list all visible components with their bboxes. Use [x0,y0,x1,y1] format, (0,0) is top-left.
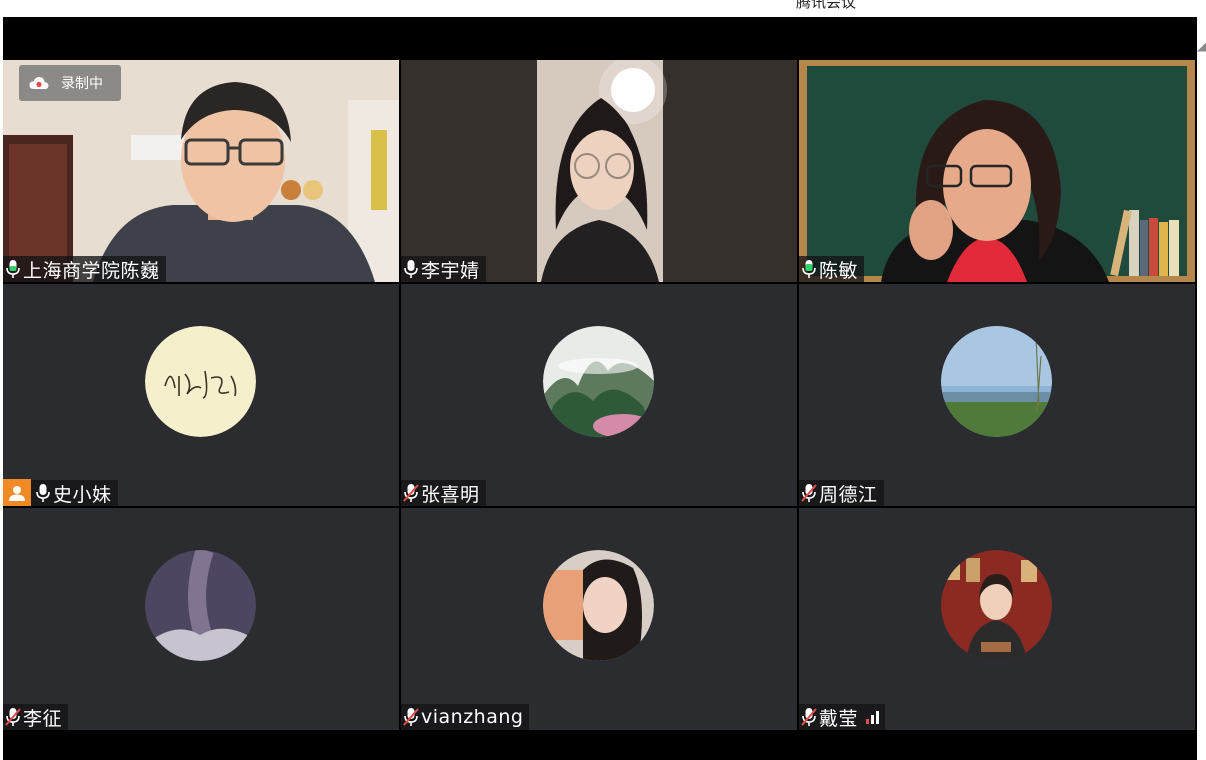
user-icon [3,479,31,506]
participant-namebar: 周德江 [799,480,884,506]
edge-icon: ◢ [1197,39,1206,53]
mic-muted-icon [403,484,419,502]
mic-icon [36,484,50,502]
participant-tile[interactable]: 戴莹 [799,508,1195,730]
participant-name: 上海商学院陈巍 [23,259,160,282]
participant-name: 李宇婧 [421,259,480,282]
participant-namebar: 李宇婧 [401,256,486,282]
participant-video [401,60,797,282]
mic-muted-icon [801,708,817,726]
participant-namebar: 李征 [3,704,69,730]
mic-icon [404,260,418,278]
participant-namebar: 戴莹 [799,704,886,730]
participant-name: 张喜明 [421,483,480,506]
participant-tile[interactable]: vianzhang [401,508,797,730]
mic-muted-icon [5,708,21,726]
participant-namebar: 史小妹 [3,479,118,506]
window-title: 腾讯会议 [796,0,857,11]
mic-icon [6,260,20,278]
recording-indicator[interactable]: 录制中 [19,65,121,101]
mic-muted-icon [403,708,419,726]
participant-tile[interactable]: 史小妹 [3,284,399,506]
participant-name: 陈敏 [819,259,859,282]
participant-video [799,60,1195,282]
avatar [941,550,1052,661]
signal-icon [866,710,880,724]
window-edge: ◢ [1197,17,1206,760]
participant-name: 史小妹 [53,483,112,506]
participant-name: 李征 [23,707,63,730]
participant-tile[interactable]: 张喜明 [401,284,797,506]
participant-name: 周德江 [819,483,878,506]
participant-name: vianzhang [421,706,524,728]
window-title-bar: 腾讯会议 [0,0,1206,17]
avatar [543,326,654,437]
avatar [145,550,256,661]
participant-tile[interactable]: 李征 [3,508,399,730]
participant-namebar: 张喜明 [401,480,486,506]
participant-tile[interactable]: 录制中 上海商学院陈巍 [3,60,399,282]
avatar [145,326,256,437]
participant-name: 戴莹 [819,707,859,730]
recording-label: 录制中 [61,76,103,92]
participant-tile[interactable]: 周德江 [799,284,1195,506]
video-grid: 录制中 上海商学院陈巍 李宇婧 陈敏 史小妹 张喜明 周德江 李征 vianzh… [3,17,1197,760]
avatar [543,550,654,661]
mic-muted-icon [801,484,817,502]
mic-icon [802,260,816,278]
participant-namebar: 上海商学院陈巍 [3,256,166,282]
participant-tile[interactable]: 陈敏 [799,60,1195,282]
participant-namebar: vianzhang [401,704,530,730]
avatar [941,326,1052,437]
participant-tile[interactable]: 李宇婧 [401,60,797,282]
cloud-icon [29,77,49,89]
participant-namebar: 陈敏 [799,256,865,282]
